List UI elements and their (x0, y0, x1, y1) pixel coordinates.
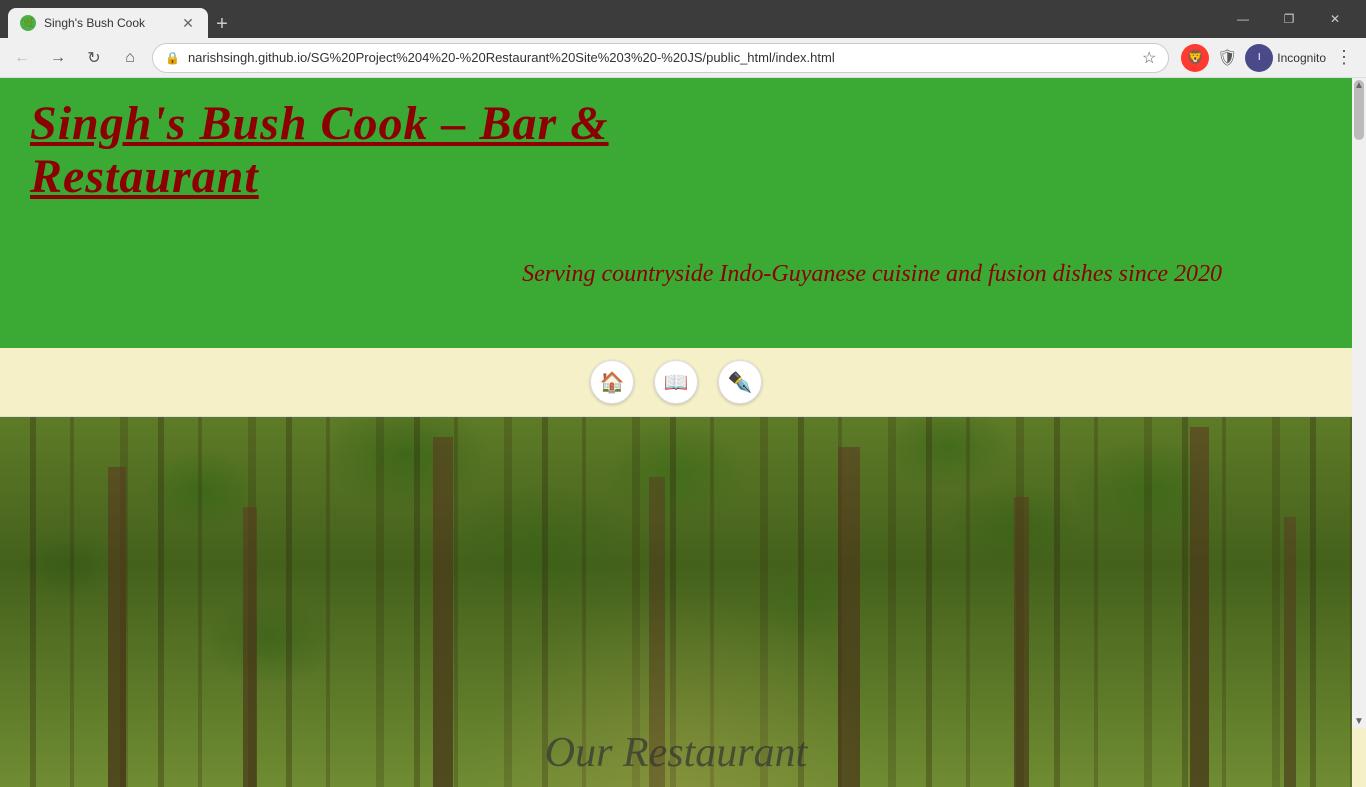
tree-trunk-8 (1284, 517, 1296, 787)
site-header: Singh's Bush Cook – Bar & Restaurant Ser… (0, 78, 1352, 348)
refresh-button[interactable]: ↻ (80, 44, 108, 72)
profile-icon[interactable]: I (1245, 44, 1273, 72)
nav-bar: 🏠 📖 ✒️ (0, 348, 1352, 417)
site-title: Singh's Bush Cook – Bar & Restaurant (30, 98, 630, 204)
menu-button[interactable]: ⋮ (1330, 44, 1358, 72)
tab-bar: 🌿 Singh's Bush Cook ✕ + (8, 0, 236, 38)
reservation-nav-icon: ✒️ (728, 370, 753, 395)
restore-button[interactable]: ❐ (1266, 0, 1312, 38)
address-text: narishsingh.github.io/SG%20Project%204%2… (188, 50, 1134, 65)
brave-icon[interactable]: 🦁 (1181, 44, 1209, 72)
tab-close-button[interactable]: ✕ (180, 15, 196, 31)
hero-section: Our Restaurant (0, 417, 1352, 787)
browser-chrome: 🌿 Singh's Bush Cook ✕ + — ❐ ✕ (0, 0, 1366, 38)
shield-icon[interactable]: 🛡 (1213, 44, 1241, 72)
home-nav-button[interactable]: 🏠 (590, 360, 634, 404)
bookmark-icon[interactable]: ☆ (1142, 48, 1156, 68)
tab-title: Singh's Bush Cook (44, 16, 172, 30)
tree-trunk-7 (1190, 427, 1209, 787)
active-tab[interactable]: 🌿 Singh's Bush Cook ✕ (8, 8, 208, 38)
hero-text: Our Restaurant (545, 729, 808, 777)
address-bar-row: ← → ↻ ⌂ 🔒 narishsingh.github.io/SG%20Pro… (0, 38, 1366, 78)
tree-trunk-2 (243, 507, 257, 787)
tree-trunk-3 (433, 437, 453, 787)
toolbar-icons: 🦁 🛡 I Incognito ⋮ (1181, 44, 1358, 72)
home-nav-icon: 🏠 (600, 370, 625, 395)
scroll-up-arrow[interactable]: ▲ (1354, 78, 1364, 92)
profile-label: I (1258, 52, 1261, 63)
tree-trunk-6 (1014, 497, 1029, 787)
reservation-nav-button[interactable]: ✒️ (718, 360, 762, 404)
minimize-button[interactable]: — (1220, 0, 1266, 38)
incognito-label: Incognito (1277, 51, 1326, 65)
website-content: Singh's Bush Cook – Bar & Restaurant Ser… (0, 78, 1352, 787)
home-button[interactable]: ⌂ (116, 44, 144, 72)
address-bar[interactable]: 🔒 narishsingh.github.io/SG%20Project%204… (152, 43, 1169, 73)
back-button[interactable]: ← (8, 44, 36, 72)
menu-nav-button[interactable]: 📖 (654, 360, 698, 404)
scrollbar[interactable]: ▲ ▼ (1352, 78, 1366, 728)
close-button[interactable]: ✕ (1312, 0, 1358, 38)
menu-nav-icon: 📖 (664, 370, 689, 395)
new-tab-button[interactable]: + (208, 10, 236, 38)
tab-favicon: 🌿 (20, 15, 36, 31)
forward-button[interactable]: → (44, 44, 72, 72)
window-controls: — ❐ ✕ (1220, 0, 1358, 38)
site-subtitle: Serving countryside Indo-Guyanese cuisin… (30, 261, 1322, 328)
tree-trunk-1 (108, 467, 126, 787)
lock-icon: 🔒 (165, 51, 180, 65)
scroll-down-arrow[interactable]: ▼ (1354, 714, 1364, 728)
